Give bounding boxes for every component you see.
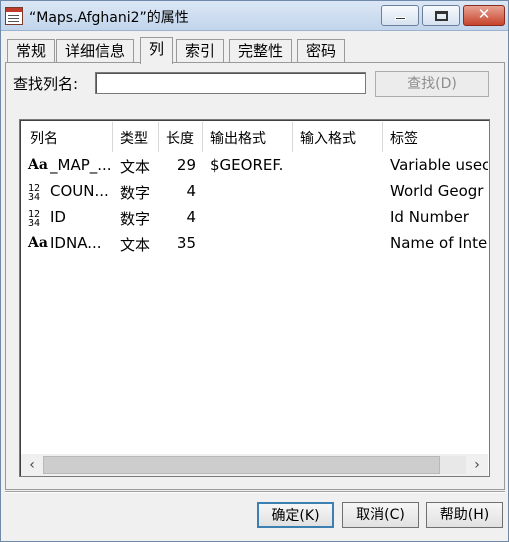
tab-integrity[interactable]: 完整性 bbox=[229, 39, 293, 63]
tab-general[interactable]: 常规 bbox=[7, 39, 56, 63]
find-button[interactable]: 查找(D) bbox=[375, 71, 489, 97]
find-column-label: 查找列名: bbox=[13, 75, 79, 93]
numeric-type-icon: 12 34 bbox=[28, 209, 41, 229]
header-output-format[interactable]: 输出格式 bbox=[210, 128, 266, 148]
columns-list[interactable]: 列名 类型 长度 输出格式 输入格式 标签 Aa _MAP_... 文本 29 … bbox=[19, 119, 490, 477]
minimize-button[interactable] bbox=[381, 5, 419, 26]
header-input-format[interactable]: 输入格式 bbox=[300, 128, 356, 148]
column-row[interactable]: 12 34 ID 数字 4 Id Number bbox=[20, 206, 489, 232]
column-row[interactable]: Aa IDNA... 文本 35 Name of Inte bbox=[20, 232, 489, 258]
scrollbar-thumb[interactable] bbox=[43, 456, 440, 474]
ok-button[interactable]: 确定(K) bbox=[257, 502, 334, 528]
header-name[interactable]: 列名 bbox=[30, 128, 58, 148]
column-length: 4 bbox=[186, 182, 196, 200]
tab-indexes[interactable]: 索引 bbox=[176, 39, 225, 63]
columns-list-header: 列名 类型 长度 输出格式 输入格式 标签 bbox=[20, 120, 489, 154]
column-output-format: $GEOREF. bbox=[210, 156, 284, 174]
cancel-button[interactable]: 取消(C) bbox=[342, 502, 419, 528]
properties-dialog: “Maps.Afghani2”的属性 ✕ 常规 详细信息 列 索引 完整性 密码… bbox=[0, 0, 509, 542]
window-title: “Maps.Afghani2”的属性 bbox=[29, 10, 189, 26]
scroll-left-icon[interactable]: ‹ bbox=[21, 454, 43, 476]
find-column-input[interactable] bbox=[95, 72, 366, 94]
numeric-type-icon: 12 34 bbox=[28, 183, 41, 203]
title-bar[interactable]: “Maps.Afghani2”的属性 ✕ bbox=[1, 1, 508, 31]
column-length: 29 bbox=[176, 156, 196, 174]
maximize-button[interactable] bbox=[422, 5, 460, 26]
column-label: Variable usec bbox=[390, 156, 488, 174]
close-button[interactable]: ✕ bbox=[463, 5, 505, 26]
column-label: Id Number bbox=[390, 208, 469, 226]
column-length: 4 bbox=[186, 208, 196, 226]
column-name: ID bbox=[50, 208, 66, 226]
table-properties-icon bbox=[5, 7, 23, 25]
tab-password[interactable]: 密码 bbox=[297, 39, 346, 63]
scrollbar-track[interactable] bbox=[43, 456, 466, 474]
header-length[interactable]: 长度 bbox=[166, 128, 194, 148]
maximize-icon bbox=[435, 11, 448, 21]
column-type: 数字 bbox=[120, 184, 151, 202]
char-type-icon: Aa bbox=[28, 157, 48, 173]
column-length: 35 bbox=[176, 234, 196, 252]
footer-divider bbox=[5, 491, 505, 493]
help-button[interactable]: 帮助(H) bbox=[426, 502, 503, 528]
header-type[interactable]: 类型 bbox=[120, 128, 148, 148]
column-name: IDNA... bbox=[50, 234, 102, 252]
minimize-icon bbox=[395, 17, 406, 20]
column-type: 文本 bbox=[120, 236, 151, 254]
column-name: COUN... bbox=[50, 182, 109, 200]
column-row[interactable]: 12 34 COUN... 数字 4 World Geogr bbox=[20, 180, 489, 206]
column-name: _MAP_... bbox=[50, 156, 112, 174]
column-type: 文本 bbox=[120, 158, 151, 176]
tab-columns[interactable]: 列 bbox=[140, 37, 174, 64]
horizontal-scrollbar[interactable]: ‹ › bbox=[21, 454, 488, 476]
column-label: World Geogr bbox=[390, 182, 484, 200]
scroll-right-icon[interactable]: › bbox=[466, 454, 488, 476]
column-label: Name of Inte bbox=[390, 234, 488, 252]
column-row[interactable]: Aa _MAP_... 文本 29 $GEOREF. Variable usec bbox=[20, 154, 489, 180]
char-type-icon: Aa bbox=[28, 235, 48, 251]
header-label[interactable]: 标签 bbox=[390, 128, 418, 148]
close-icon: ✕ bbox=[477, 5, 491, 23]
tab-details[interactable]: 详细信息 bbox=[56, 39, 135, 63]
column-type: 数字 bbox=[120, 210, 151, 228]
